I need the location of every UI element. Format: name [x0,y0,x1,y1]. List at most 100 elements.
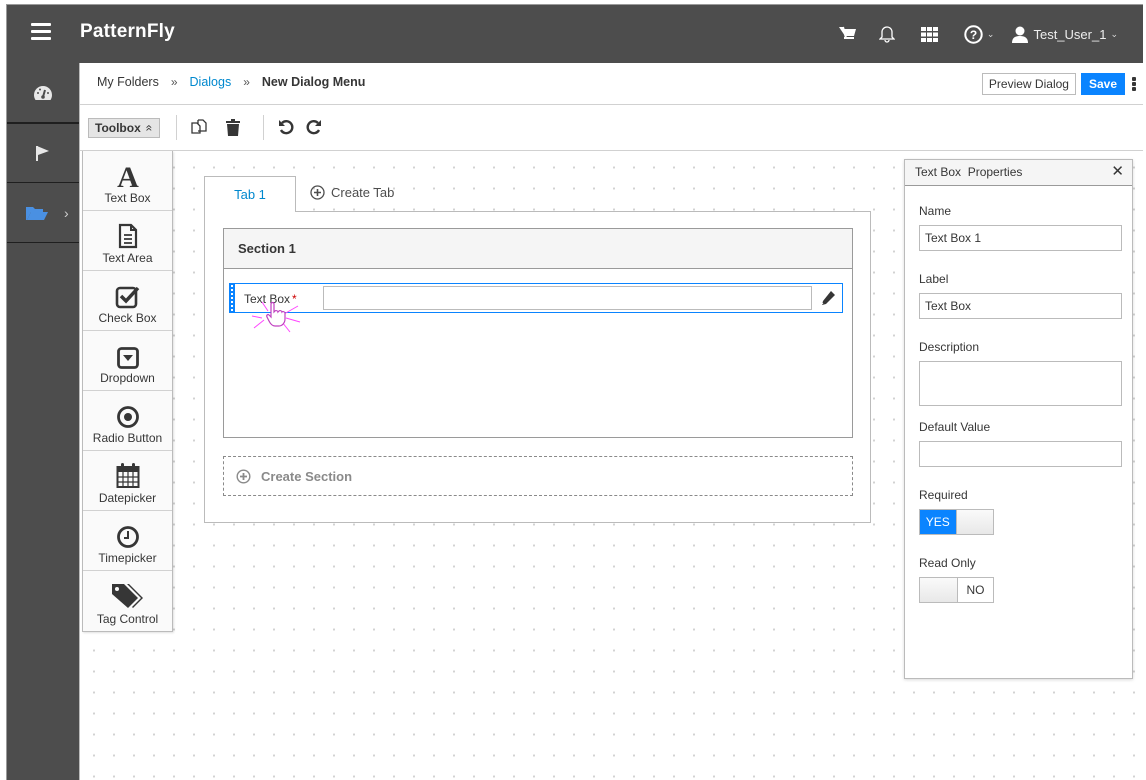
create-tab-button[interactable]: Create Tab [310,185,394,200]
dashboard-icon [34,85,52,100]
breadcrumb: My Folders » Dialogs » New Dialog Menu [97,75,365,89]
field-input-text-box[interactable] [323,286,812,310]
content-area: My Folders » Dialogs » New Dialog Menu P… [79,63,1143,780]
help-menu[interactable]: ? ⌄ [964,24,994,44]
svg-text:A: A [117,161,139,189]
tags-icon [111,584,143,608]
design-canvas[interactable]: A Text Box Text Area Check Box Dropdown [80,151,1143,780]
masthead: PatternFly ? ⌄ Test_User_1 ⌄ [7,5,1143,63]
header-actions: Preview Dialog Save [981,73,1138,95]
utility-nav: ? ⌄ Test_User_1 ⌄ [838,5,1143,63]
nav-item-dashboard[interactable] [7,63,79,123]
palette-item-label: Dropdown [100,371,155,385]
description-label: Description [919,340,980,354]
label-label: Label [919,272,949,286]
checkbox-icon [115,286,139,309]
required-label: Required [919,488,968,502]
cart-icon[interactable] [838,26,857,42]
apps-grid-icon[interactable] [920,26,938,42]
chevron-down-icon: ⌄ [1110,28,1118,39]
nav-item-flag[interactable] [7,123,79,183]
field-label: Text Box * [244,292,297,306]
breadcrumb-my-folders[interactable]: My Folders [97,75,159,89]
palette-item-label: Text Area [102,251,153,265]
toolbox-label: Toolbox [95,121,141,135]
radio-icon [116,406,139,428]
palette-item-label: Timepicker [98,551,157,565]
plus-circle-icon [236,468,251,484]
palette-item-check-box[interactable]: Check Box [83,271,172,331]
bell-icon[interactable] [878,25,895,43]
name-field[interactable] [919,225,1122,251]
palette-item-datepicker[interactable]: Datepicker [83,451,172,511]
pencil-edit-icon[interactable] [820,290,836,309]
required-toggle[interactable]: YES [919,509,994,535]
palette-item-label: Radio Button [92,431,163,445]
palette-item-dropdown[interactable]: Dropdown [83,331,172,391]
section-title[interactable]: Section 1 [224,229,852,269]
breadcrumb-dialogs[interactable]: Dialogs [190,75,232,89]
palette-item-text-area[interactable]: Text Area [83,211,172,271]
svg-text:?: ? [970,28,977,42]
brand-title: PatternFly [80,21,175,42]
user-menu[interactable]: Test_User_1 ⌄ [1012,26,1118,43]
user-icon [1012,26,1029,43]
properties-title: Text Box Properties [915,165,1023,179]
required-asterisk: * [292,292,297,306]
section-1: Section 1 Text Box * [223,228,853,438]
dropdown-icon [116,347,139,369]
toolbar-divider [176,115,177,140]
palette-item-label: Text Box [104,191,151,205]
read-only-label: Read Only [919,556,976,570]
label-field[interactable] [919,293,1122,319]
create-tab-label: Create Tab [331,185,395,200]
required-toggle-state: YES [920,510,956,534]
close-icon[interactable]: ✕ [1111,164,1124,180]
palette-item-timepicker[interactable]: Timepicker [83,511,172,571]
tab-1[interactable]: Tab 1 [204,176,296,212]
hamburger-menu-icon[interactable] [31,23,51,41]
undo-icon[interactable] [278,119,294,138]
copy-icon[interactable] [191,119,208,139]
properties-header: Text Box Properties ✕ [905,160,1132,186]
toggle-handle [920,578,958,602]
kebab-menu-icon[interactable] [1132,76,1138,92]
toolbox-toggle-button[interactable]: Toolbox « [88,118,160,138]
redo-icon[interactable] [306,119,322,138]
folder-open-icon [26,207,48,220]
toolbar-divider [263,115,264,140]
clock-icon [116,526,139,548]
palette-item-label: Check Box [98,311,157,325]
properties-body: Name Label Description Default Value Req… [905,204,1132,603]
chevron-double-up-icon: « [142,124,157,132]
preview-dialog-button[interactable]: Preview Dialog [981,73,1076,95]
palette-item-radio-button[interactable]: Radio Button [83,391,172,451]
default-value-label: Default Value [919,420,991,434]
flag-icon [36,146,49,161]
breadcrumb-bar: My Folders » Dialogs » New Dialog Menu P… [80,63,1143,105]
calendar-icon [116,463,139,488]
palette-item-label: Datepicker [98,491,157,505]
nav-item-folders[interactable]: › [7,183,79,243]
create-section-label: Create Section [261,468,353,484]
help-icon: ? [964,24,983,44]
toolbox-palette: A Text Box Text Area Check Box Dropdown [82,151,173,632]
palette-item-label: Tag Control [96,612,159,626]
toggle-handle [955,510,993,534]
breadcrumb-separator: » [243,75,250,89]
read-only-toggle[interactable]: NO [919,577,994,603]
breadcrumb-current: New Dialog Menu [261,75,366,89]
chevron-right-icon: › [64,205,69,221]
palette-item-tag-control[interactable]: Tag Control [83,571,172,631]
app-frame: PatternFly ? ⌄ Test_User_1 ⌄ › My Folder… [6,4,1143,780]
trash-icon[interactable] [225,119,241,140]
field-row-text-box[interactable]: Text Box * [229,283,843,333]
create-section-button[interactable]: Create Section [223,456,853,496]
palette-item-text-box[interactable]: A Text Box [83,151,172,211]
save-button[interactable]: Save [1080,73,1125,95]
description-field[interactable] [919,361,1122,406]
vertical-nav: › [7,63,79,780]
properties-panel: Text Box Properties ✕ Name Label Descrip… [904,159,1133,679]
default-value-field[interactable] [919,441,1122,467]
drag-handle[interactable] [229,283,235,313]
